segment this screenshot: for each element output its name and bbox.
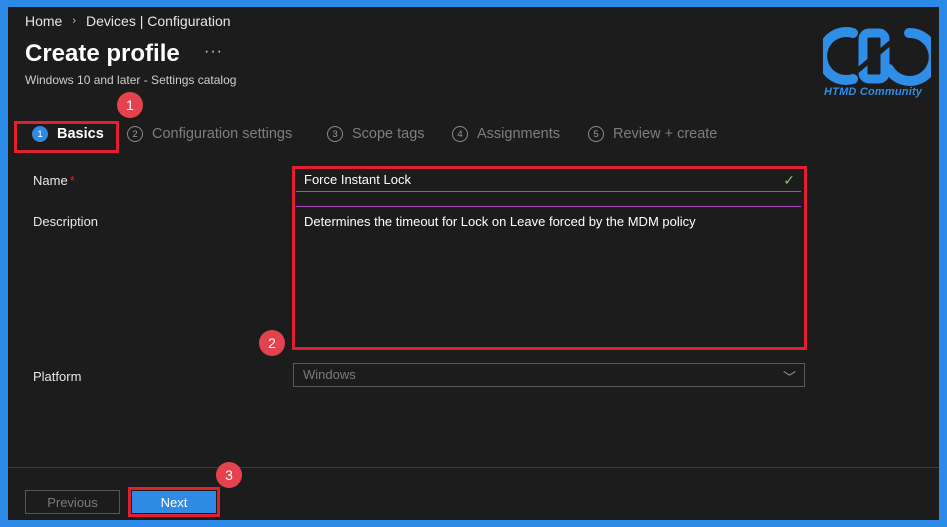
tab-assignments[interactable]: 4 Assignments [452,126,560,142]
annotation-badge-1: 1 [117,92,143,118]
chevron-down-icon: ﹀ [782,370,796,385]
breadcrumb: Home › Devices | Configuration [25,13,231,29]
description-label: Description [33,214,99,229]
tab-review-create[interactable]: 5 Review + create [588,126,717,142]
step-4-icon: 4 [452,126,468,142]
step-5-icon: 5 [588,126,604,142]
more-options-icon[interactable]: ··· [204,43,223,61]
step-3-icon: 3 [327,126,343,142]
required-marker: * [69,173,75,188]
footer-divider [8,467,939,468]
tab-scope-tags[interactable]: 3 Scope tags [327,126,425,142]
step-2-icon: 2 [127,126,143,142]
tab-label: Assignments [477,126,561,142]
annotation-badge-3: 3 [216,462,242,488]
highlight-name-description [292,166,807,350]
platform-dropdown[interactable]: Windows ﹀ [293,363,805,387]
create-profile-window: Home › Devices | Configuration Create pr… [8,7,939,520]
tab-configuration-settings[interactable]: 2 Configuration settings [127,126,292,142]
platform-label: Platform [33,369,82,384]
previous-button[interactable]: Previous [25,490,120,514]
tab-label: Scope tags [352,126,425,142]
annotation-badge-2: 2 [259,330,285,356]
name-label: Name * [33,173,75,188]
page-title: Create profile [25,40,180,67]
htmd-community-logo-text: HTMD Community [824,86,923,98]
page-subtitle: Windows 10 and later - Settings catalog [25,73,237,87]
highlight-next-button [128,487,220,517]
breadcrumb-home[interactable]: Home [25,13,62,29]
tab-label: Configuration settings [152,126,293,142]
platform-dropdown-value: Windows [303,367,356,382]
breadcrumb-devices-configuration[interactable]: Devices | Configuration [86,13,230,29]
name-label-text: Name [33,173,68,188]
tab-label: Review + create [613,126,718,142]
chevron-right-icon: › [72,15,77,27]
highlight-basics-tab [14,121,119,153]
